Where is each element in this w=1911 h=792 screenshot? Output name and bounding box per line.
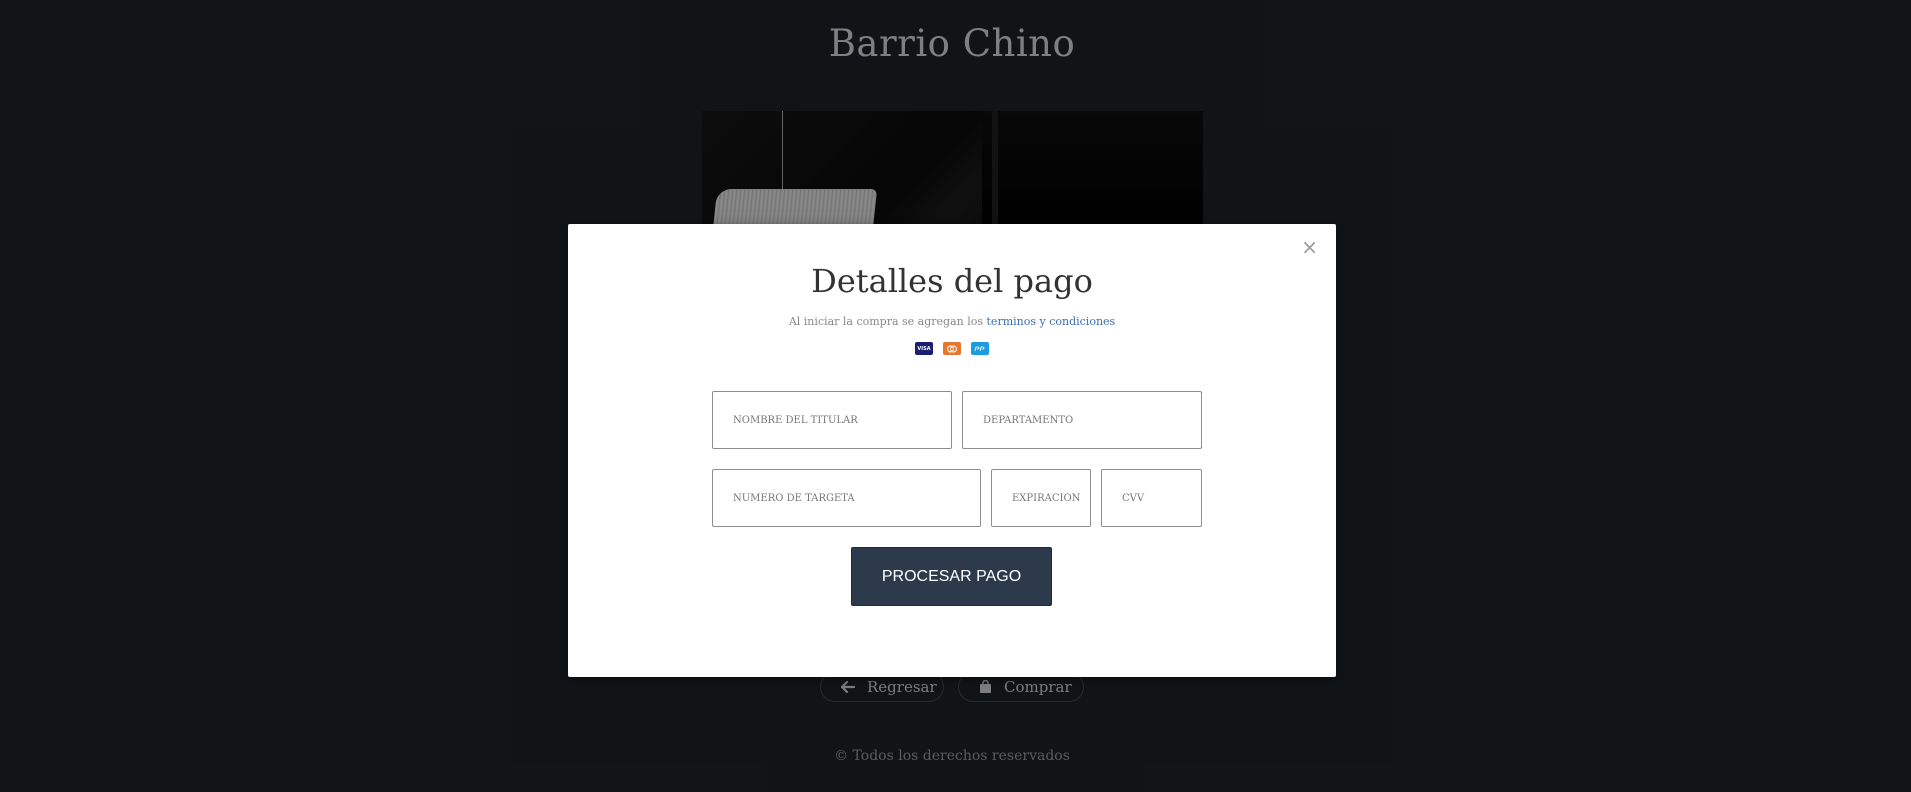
terms-notice-text: Al iniciar la compra se agregan los [788,315,987,328]
card-number-input[interactable] [733,492,980,504]
holder-name-field[interactable] [712,391,952,449]
process-payment-button[interactable]: PROCESAR PAGO [851,547,1052,606]
cvv-field[interactable] [1101,469,1202,527]
terms-notice: Al iniciar la compra se agregan los term… [568,315,1336,328]
visa-icon: VISA [915,342,933,355]
holder-name-input[interactable] [733,414,951,426]
expiration-field[interactable] [991,469,1091,527]
paypal-icon [971,342,989,355]
cvv-input[interactable] [1122,492,1201,504]
terms-link[interactable]: terminos y condiciones [987,315,1116,328]
close-icon[interactable]: × [1301,237,1318,257]
modal-title: Detalles del pago [811,262,1093,300]
card-number-field[interactable] [712,469,981,527]
expiration-input[interactable] [1012,492,1090,504]
department-field[interactable] [962,391,1202,449]
payment-methods: VISA [568,342,1336,355]
mastercard-icon [943,342,961,355]
department-input[interactable] [983,414,1201,426]
payment-modal: × Detalles del pago Al iniciar la compra… [568,224,1336,677]
